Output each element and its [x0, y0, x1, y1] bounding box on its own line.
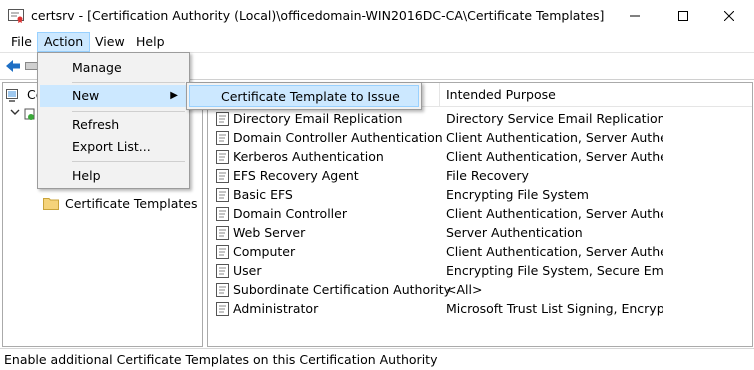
certificate-template-icon	[216, 302, 230, 317]
computer-icon	[6, 89, 18, 102]
certificate-template-icon	[216, 245, 230, 260]
template-intended-purpose: Client Authentication, Server Authentic.…	[446, 206, 663, 221]
template-intended-purpose: Client Authentication, Server Authentic.…	[446, 244, 663, 259]
folder-icon	[43, 197, 59, 210]
certificate-template-icon	[216, 169, 230, 184]
table-row[interactable]: Basic EFS Encrypting File System	[208, 186, 752, 205]
template-name: Administrator	[233, 301, 319, 316]
template-intended-purpose: Encrypting File System, Secure Email, Cl…	[446, 263, 663, 278]
back-arrow-icon[interactable]	[5, 59, 21, 73]
close-button[interactable]	[706, 0, 752, 31]
certificate-template-icon	[216, 264, 230, 279]
maximize-button[interactable]	[660, 0, 706, 31]
menu-item-manage[interactable]: Manage	[40, 57, 188, 79]
menu-view[interactable]: View	[89, 32, 131, 52]
template-intended-purpose: Directory Service Email Replication	[446, 111, 663, 126]
chevron-down-icon[interactable]	[10, 105, 36, 123]
table-row[interactable]: Computer Client Authentication, Server Au…	[208, 243, 752, 262]
template-name: User	[233, 263, 262, 278]
table-row[interactable]: Administrator Microsoft Trust List Signin…	[208, 300, 752, 319]
menu-help[interactable]: Help	[130, 32, 171, 52]
template-intended-purpose: <All>	[446, 282, 483, 297]
tree-node-label: Certificate Templates	[65, 195, 198, 211]
certificate-template-icon	[216, 226, 230, 241]
certificate-template-icon	[216, 188, 230, 203]
template-name: Directory Email Replication	[233, 111, 403, 126]
template-intended-purpose: Microsoft Trust List Signing, Encrypting…	[446, 301, 663, 316]
template-name: Kerberos Authentication	[233, 149, 384, 164]
menu-item-new[interactable]: New ▶	[40, 85, 188, 107]
table-row[interactable]: Web Server Server Authentication	[208, 224, 752, 243]
template-intended-purpose: Encrypting File System	[446, 187, 589, 202]
template-intended-purpose: Client Authentication, Server Authentic.…	[446, 130, 663, 145]
table-row[interactable]: Subordinate Certification Authority <All>	[208, 281, 752, 300]
menu-item-help[interactable]: Help	[40, 165, 188, 187]
template-intended-purpose: Server Authentication	[446, 225, 583, 240]
template-name: Basic EFS	[233, 187, 293, 202]
menu-action[interactable]: Action	[37, 32, 91, 52]
table-row[interactable]: Directory Email Replication Directory Ser…	[208, 110, 752, 129]
minimize-icon	[630, 15, 640, 16]
menu-separator	[72, 82, 185, 83]
new-submenu: Certificate Template to Issue	[186, 82, 422, 110]
table-row[interactable]: Domain Controller Authentication Client A…	[208, 129, 752, 148]
title-bar: certsrv - [Certification Authority (Loca…	[0, 0, 754, 31]
table-row[interactable]: User Encrypting File System, Secure Email…	[208, 262, 752, 281]
tree-node-certificate-templates[interactable]: Certificate Templates	[43, 193, 197, 213]
menu-item-refresh[interactable]: Refresh	[40, 114, 188, 136]
certsrv-icon	[8, 9, 24, 23]
action-menu: Manage New ▶ Refresh Export List... Help	[37, 52, 190, 189]
template-intended-purpose: File Recovery	[446, 168, 529, 183]
template-name: EFS Recovery Agent	[233, 168, 359, 183]
template-name: Domain Controller Authentication	[233, 130, 443, 145]
template-name: Domain Controller	[233, 206, 347, 221]
column-separator[interactable]	[439, 83, 440, 107]
minimize-button[interactable]	[612, 0, 658, 31]
certificate-template-icon	[216, 131, 230, 146]
template-intended-purpose: Client Authentication, Server Authentic.…	[446, 149, 663, 164]
status-bar: Enable additional Certificate Templates …	[0, 348, 754, 370]
menu-separator	[72, 161, 185, 162]
certificate-template-icon	[216, 207, 230, 222]
close-icon	[724, 10, 734, 21]
template-name: Web Server	[233, 225, 306, 240]
window-title: certsrv - [Certification Authority (Loca…	[31, 8, 605, 23]
menu-item-certificate-template-to-issue[interactable]: Certificate Template to Issue	[189, 85, 419, 107]
template-name: Computer	[233, 244, 296, 259]
table-row[interactable]: Domain Controller Client Authentication, …	[208, 205, 752, 224]
chevron-right-icon: ▶	[170, 90, 178, 101]
certificate-template-icon	[216, 283, 230, 298]
certificate-template-icon	[216, 112, 230, 127]
menu-file[interactable]: File	[5, 32, 38, 52]
maximize-icon	[678, 10, 688, 21]
template-list: Directory Email Replication Directory Ser…	[208, 110, 752, 319]
column-header-purpose[interactable]: Intended Purpose	[446, 87, 556, 102]
menu-separator	[72, 111, 185, 112]
table-row[interactable]: EFS Recovery Agent File Recovery	[208, 167, 752, 186]
table-row[interactable]: Kerberos Authentication Client Authentica…	[208, 148, 752, 167]
list-pane: CA Intended Purpose Directory Email Repl…	[207, 82, 753, 347]
status-text: Enable additional Certificate Templates …	[4, 352, 438, 367]
menu-bar: File Action View Help	[0, 31, 754, 52]
menu-item-export-list[interactable]: Export List...	[40, 136, 188, 158]
menu-item-new-label: New	[72, 88, 100, 103]
template-name: Subordinate Certification Authority	[233, 282, 452, 297]
certificate-template-icon	[216, 150, 230, 165]
